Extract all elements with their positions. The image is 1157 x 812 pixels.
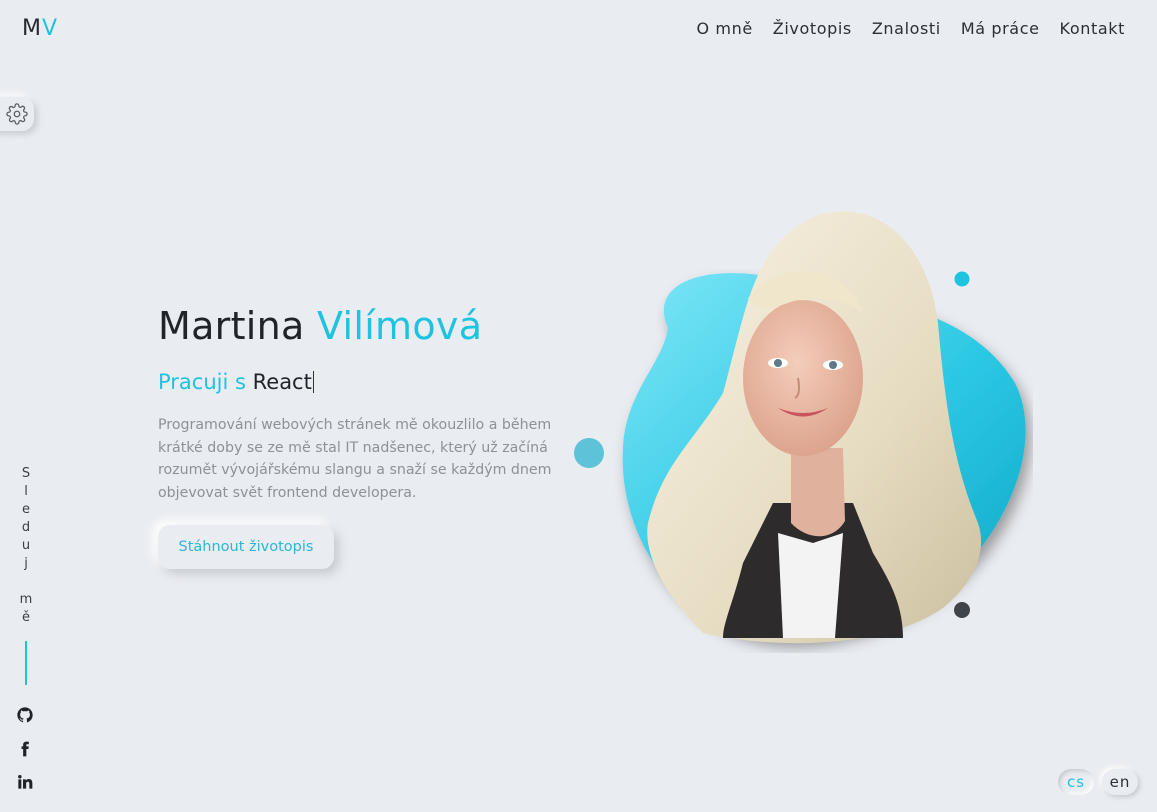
language-switcher: cs en — [1058, 769, 1138, 795]
typing-word: React — [252, 370, 312, 394]
gear-icon — [6, 103, 28, 125]
logo-letter-m: M — [22, 16, 42, 41]
settings-toggle[interactable] — [0, 97, 34, 131]
facebook-icon — [21, 741, 29, 757]
lang-cs-button[interactable]: cs — [1058, 769, 1094, 795]
nav-link-work[interactable]: Má práce — [961, 19, 1040, 38]
follow-letter: S — [21, 466, 31, 481]
nav-link-contact[interactable]: Kontakt — [1060, 19, 1125, 38]
lang-en-button[interactable]: en — [1102, 769, 1138, 795]
decor-dot-dark — [954, 602, 970, 618]
profile-portrait — [574, 211, 1026, 644]
download-cv-button[interactable]: Stáhnout životopis — [158, 525, 334, 569]
facebook-link[interactable] — [17, 741, 33, 757]
nav-link-skills[interactable]: Znalosti — [872, 19, 941, 38]
main-nav: O mně Životopis Znalosti Má práce Kontak… — [697, 19, 1125, 38]
typing-cursor — [312, 371, 314, 393]
logo[interactable]: MV — [22, 16, 58, 41]
follow-me-label: S l e d u j m ě — [18, 465, 34, 685]
github-link[interactable] — [17, 707, 33, 723]
hero-last-name: Vilímová — [317, 304, 483, 348]
hero-first-name: Martina — [158, 304, 305, 348]
follow-letter: u — [21, 538, 31, 553]
decor-dot-accent — [954, 271, 970, 287]
follow-letter: d — [21, 520, 31, 535]
typing-headline: Pracuji s React — [158, 370, 314, 394]
decor-dot-bubble — [574, 438, 604, 468]
logo-letter-v: V — [41, 16, 59, 41]
follow-letter: e — [22, 502, 30, 517]
follow-letter: ě — [22, 610, 30, 625]
nav-link-cv[interactable]: Životopis — [773, 19, 852, 38]
github-icon — [17, 707, 33, 723]
follow-letter: j — [24, 556, 28, 571]
hero-name: Martina Vilímová — [158, 304, 482, 348]
typing-prefix: Pracuji s — [158, 370, 246, 394]
linkedin-link[interactable] — [17, 774, 33, 790]
follow-letter: m — [19, 592, 33, 607]
nav-link-about[interactable]: O mně — [697, 19, 753, 38]
linkedin-icon — [18, 775, 33, 789]
follow-divider — [25, 641, 27, 685]
follow-letter: l — [24, 484, 28, 499]
hero-description: Programování webových stránek mě okouzli… — [158, 417, 552, 501]
